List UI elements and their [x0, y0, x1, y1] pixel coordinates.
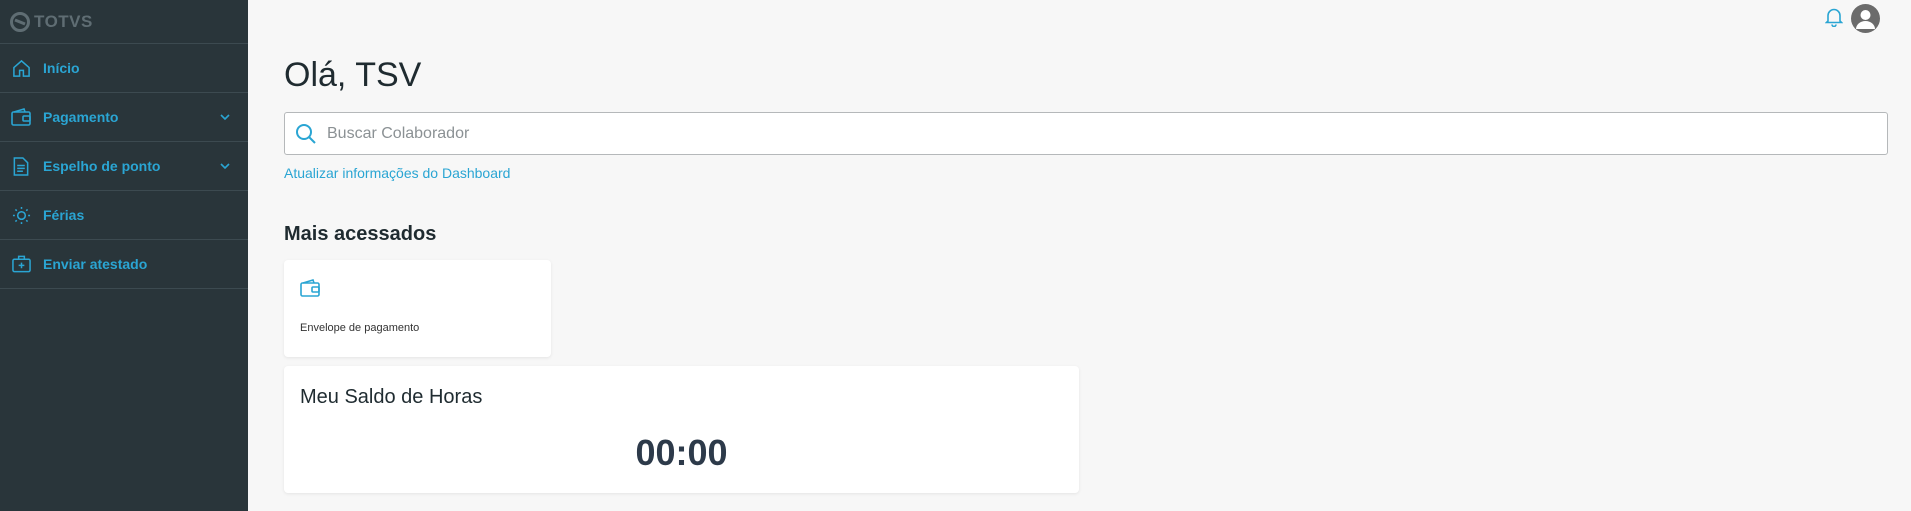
totvs-logo[interactable]: TOTVS	[0, 0, 248, 44]
sidebar-item-label: Espelho de ponto	[43, 158, 161, 174]
medical-kit-icon	[11, 254, 31, 274]
sidebar-item-pagamento[interactable]: Pagamento	[0, 93, 248, 142]
page-title: Olá, TSV	[284, 56, 422, 94]
wallet-icon	[300, 279, 320, 299]
search-input[interactable]	[327, 124, 1887, 143]
search-bar	[284, 112, 1888, 155]
home-icon	[11, 58, 31, 78]
refresh-dashboard-link[interactable]: Atualizar informações do Dashboard	[284, 165, 510, 181]
bell-icon[interactable]	[1824, 7, 1844, 28]
search-icon	[296, 123, 316, 144]
totvs-logo-icon	[10, 11, 30, 32]
chevron-down-icon	[220, 114, 230, 121]
envelope-de-pagamento-card[interactable]: Envelope de pagamento	[284, 260, 551, 357]
sidebar: TOTVS Início Pagamento Espelho de ponto …	[0, 0, 248, 511]
most-accessed-title: Mais acessados	[284, 223, 437, 245]
wallet-icon	[11, 107, 31, 127]
sidebar-item-espelho-de-ponto[interactable]: Espelho de ponto	[0, 142, 248, 191]
sidebar-item-ferias[interactable]: Férias	[0, 191, 248, 240]
hours-balance-card: Meu Saldo de Horas 00:00	[284, 366, 1079, 493]
sun-icon	[11, 205, 31, 225]
sidebar-item-label: Férias	[43, 207, 85, 223]
user-avatar-icon[interactable]	[1851, 4, 1880, 33]
sidebar-item-enviar-atestado[interactable]: Enviar atestado	[0, 240, 248, 289]
sidebar-item-label: Pagamento	[43, 109, 119, 125]
sidebar-item-label: Início	[43, 60, 80, 76]
chevron-down-icon	[220, 163, 230, 170]
hours-balance-value: 00:00	[635, 432, 728, 473]
sidebar-item-label: Enviar atestado	[43, 256, 148, 272]
sidebar-item-inicio[interactable]: Início	[0, 44, 248, 93]
hours-balance-title: Meu Saldo de Horas	[300, 386, 483, 408]
card-label: Envelope de pagamento	[300, 322, 420, 334]
logo-text: TOTVS	[34, 11, 93, 31]
document-icon	[11, 156, 31, 176]
